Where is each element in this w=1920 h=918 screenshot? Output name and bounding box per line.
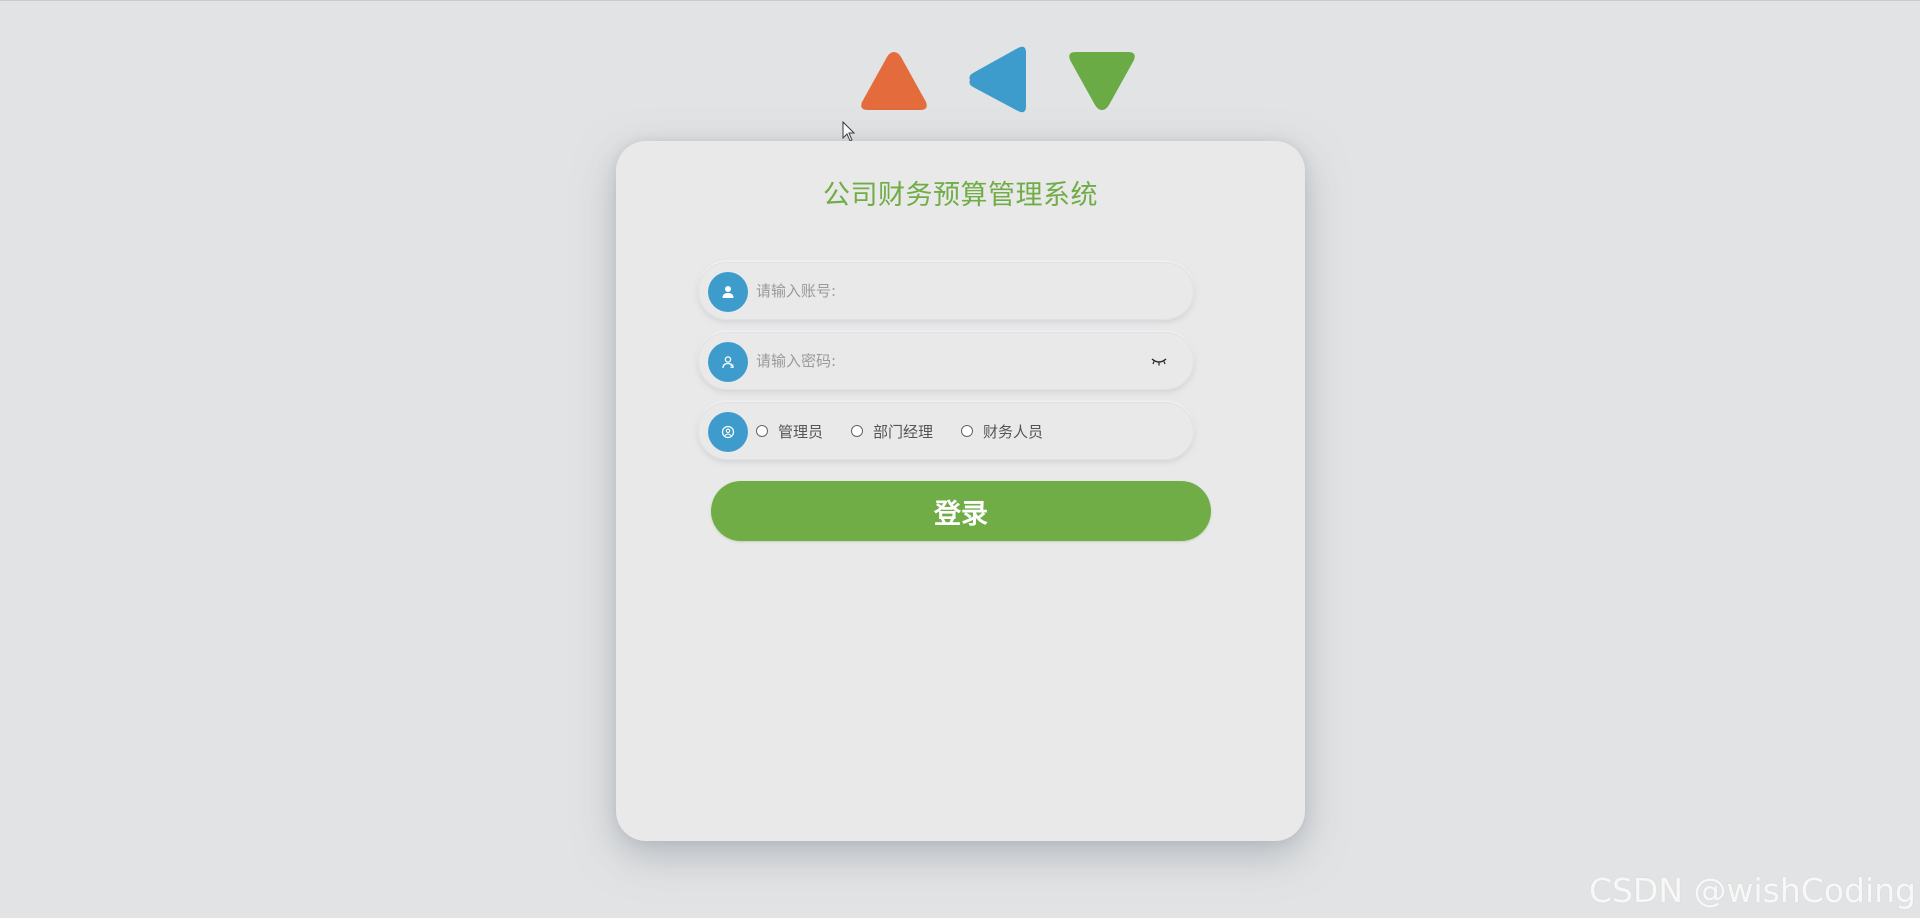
password-field: [698, 332, 1194, 390]
account-input[interactable]: [756, 274, 1156, 308]
role-icon: [708, 412, 748, 452]
user-icon: [708, 272, 748, 312]
role-option-finance-staff[interactable]: 财务人员: [961, 421, 1043, 442]
green-triangle-down-icon: [1064, 44, 1140, 120]
radio-circle[interactable]: [851, 425, 864, 437]
login-button[interactable]: 登录: [711, 481, 1211, 541]
system-title: 公司财务预算管理系统: [823, 180, 1098, 211]
user-card-icon: [708, 342, 748, 382]
radio-circle[interactable]: [756, 425, 768, 437]
eye-closed-icon[interactable]: [1150, 353, 1168, 367]
role-option-label: 部门经理: [873, 422, 934, 441]
login-card: 公司财务预算管理系统 请输入账号: 管理员 部门经理 财务人员 登录: [616, 141, 1305, 841]
watermark: CSDN @wishCoding: [1588, 871, 1916, 910]
role-field: 管理员 部门经理 财务人员: [698, 402, 1194, 460]
mouse-cursor-icon: [842, 120, 856, 143]
role-option-label: 财务人员: [983, 422, 1044, 441]
role-radio-group: 管理员 部门经理 财务人员: [756, 402, 1071, 460]
role-option-department-manager[interactable]: 部门经理: [851, 421, 933, 442]
top-border: [0, 0, 1920, 1]
orange-triangle-up-icon: [856, 44, 932, 120]
radio-circle[interactable]: [961, 425, 974, 437]
decorative-shapes: [856, 44, 1140, 120]
role-option-label: 管理员: [778, 422, 824, 441]
blue-triangle-left-icon: [960, 44, 1036, 120]
account-field: [698, 262, 1194, 320]
role-option-admin[interactable]: 管理员: [756, 421, 823, 442]
password-input[interactable]: [756, 344, 1156, 378]
